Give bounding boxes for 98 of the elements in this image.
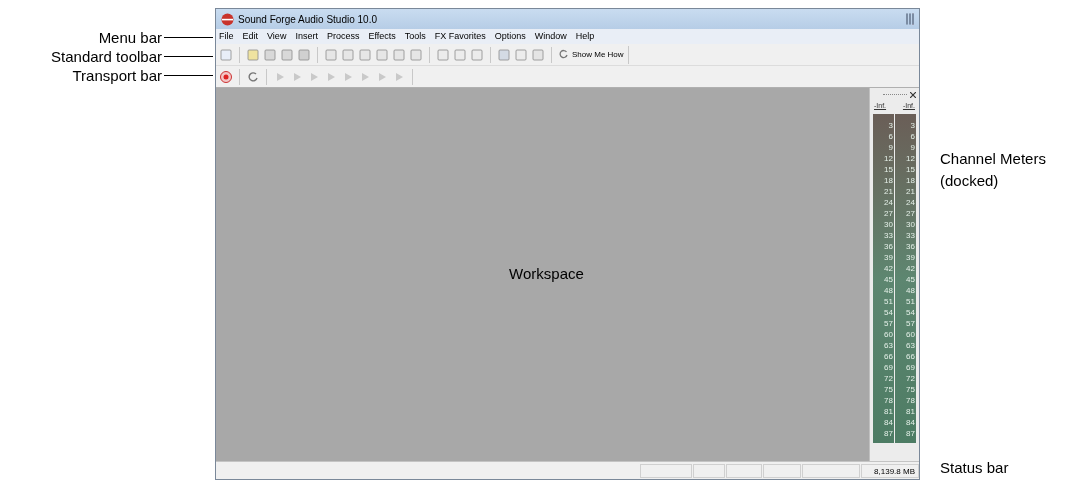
toolbar-icon[interactable] [392, 47, 406, 62]
menu-item[interactable]: View [267, 29, 287, 44]
meter-scale-label: 18 [906, 175, 915, 186]
meter-scale-label: 24 [906, 197, 915, 208]
meter-scale-label: 33 [884, 230, 893, 241]
meter-scale-label: 60 [906, 329, 915, 340]
meter-scale-label: 84 [884, 417, 893, 428]
meter-scale-label: 18 [884, 175, 893, 186]
callout-label: Standard toolbar [50, 47, 163, 66]
callout-label: (docked) [940, 171, 1000, 191]
meter-scale-label: 78 [906, 395, 915, 406]
meter-scale-label: 39 [906, 252, 915, 263]
leader-line [164, 55, 213, 58]
meter-scale-label: 45 [906, 274, 915, 285]
meter-scale-label: 9 [888, 142, 893, 153]
meter-scale-label: 51 [906, 296, 915, 307]
meter-scale-label: 24 [884, 197, 893, 208]
app-logo-icon [221, 12, 234, 26]
meter-scale-label: 30 [906, 219, 915, 230]
status-memory: 8,139.8 MB [861, 463, 919, 478]
meter-scale-label: 42 [906, 263, 915, 274]
meter-scale-label: 42 [884, 263, 893, 274]
meter-scale-label: 27 [884, 208, 893, 219]
meter-scale-label: 48 [906, 285, 915, 296]
menu-item[interactable]: Edit [242, 29, 259, 44]
toolbar-icon[interactable] [341, 47, 355, 62]
menu-item[interactable]: Help [575, 29, 595, 44]
leader-line [164, 36, 213, 39]
meter-scale-label: 63 [884, 340, 893, 351]
menu-item[interactable]: FX Favorites [434, 29, 486, 44]
meter-scale-label: 69 [884, 362, 893, 373]
callout-label: Status bar [940, 458, 1009, 478]
menu-item[interactable]: Process [326, 29, 360, 44]
meter-scale-label: 6 [888, 131, 893, 142]
menu-item[interactable]: File [219, 29, 234, 44]
loop-icon[interactable] [246, 69, 260, 84]
callout-label: Transport bar [71, 66, 163, 85]
menu-item[interactable]: Tools [404, 29, 426, 44]
meter-scale-label: 60 [884, 329, 893, 340]
meter-scale-label: 81 [884, 406, 893, 417]
meter-scale-label: 72 [884, 373, 893, 384]
meter-scale-label: 54 [906, 307, 915, 318]
show-me-how-button[interactable]: Show Me How [558, 45, 629, 64]
workspace-label: Workspace [508, 264, 584, 285]
meter-scale-label: 9 [910, 142, 915, 153]
meter-scale-label: 30 [884, 219, 893, 230]
meter-scale-label: 21 [884, 186, 893, 197]
meter-scale-label: 75 [884, 384, 893, 395]
meter-scale-label: 63 [906, 340, 915, 351]
meter-scale-label: 57 [884, 318, 893, 329]
meter-scale-label: 36 [884, 241, 893, 252]
menu-item[interactable]: Window [534, 29, 567, 44]
menu-item[interactable]: Options [494, 29, 526, 44]
meter-scale-label: 15 [884, 164, 893, 175]
meter-scale-label: 84 [906, 417, 915, 428]
meter-scale-label: 33 [906, 230, 915, 241]
meter-scale-label: 3 [910, 120, 915, 131]
callout-label: Channel Meters [940, 149, 1046, 169]
meter-scale-label: 87 [884, 428, 893, 439]
leader-line [164, 74, 213, 77]
record-icon[interactable] [219, 69, 233, 84]
toolbar-icon[interactable] [409, 47, 423, 62]
toolbar-icon[interactable] [436, 47, 450, 62]
toolbar-icon[interactable] [375, 47, 389, 62]
meter-scale-label: 72 [906, 373, 915, 384]
meter-scale-label: 78 [884, 395, 893, 406]
meter-scale-label: 48 [884, 285, 893, 296]
menu-item[interactable]: Effects [368, 29, 396, 44]
window-title: Sound Forge Audio Studio 10.0 [238, 12, 377, 27]
refresh-icon [558, 49, 569, 60]
meter-scale-label: 12 [884, 153, 893, 164]
meter-scale-label: 45 [884, 274, 893, 285]
meter-scale-label: 3 [888, 120, 893, 131]
meter-scale-label: 87 [906, 428, 915, 439]
meter-scale-label: 66 [906, 351, 915, 362]
toolbar-icon[interactable] [470, 47, 484, 62]
callout-label: Menu bar [97, 28, 163, 47]
close-icon[interactable] [910, 92, 916, 98]
toolbar-icon[interactable] [358, 47, 372, 62]
meter-scale-label: 81 [906, 406, 915, 417]
meter-scale-label: 69 [906, 362, 915, 373]
meter-scale-label: 21 [906, 186, 915, 197]
meter-scale-label: 75 [906, 384, 915, 395]
meter-scale-label: 6 [910, 131, 915, 142]
toolbar-icon[interactable] [324, 47, 338, 62]
toolbar-icon[interactable] [497, 47, 511, 62]
meter-scale-label: 51 [884, 296, 893, 307]
toolbar-icon[interactable] [531, 47, 545, 62]
meter-scale-label: 15 [906, 164, 915, 175]
meter-scale-label: 12 [906, 153, 915, 164]
meter-scale-label: 66 [884, 351, 893, 362]
meter-scale-label: 39 [884, 252, 893, 263]
meter-scale-label: 27 [906, 208, 915, 219]
menu-item[interactable]: Insert [295, 29, 318, 44]
meter-scale-label: 54 [884, 307, 893, 318]
toolbar-icon[interactable] [453, 47, 467, 62]
meter-scale-label: 57 [906, 318, 915, 329]
meter-scale-label: 36 [906, 241, 915, 252]
